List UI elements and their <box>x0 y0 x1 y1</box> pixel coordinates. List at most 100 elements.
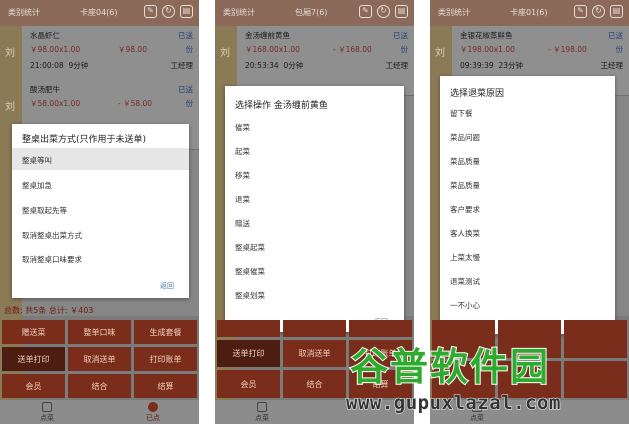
dialog-option[interactable]: 整桌等叫 <box>22 155 52 166</box>
table-title: 卡座04(6) <box>80 8 118 17</box>
dialog-title: 整桌出菜方式(只作用于未送单) <box>22 135 147 145</box>
dish-total: ￥98.00 <box>118 45 147 54</box>
side-label: 刘 <box>220 48 230 59</box>
dish-price: ￥98.00x1.00 <box>30 45 81 54</box>
nav-order[interactable]: 点菜 <box>40 413 54 423</box>
chef-name: 工经理 <box>385 61 409 70</box>
serve-mode-dialog: 整桌出菜方式(只作用于未送单) 整桌等叫 整桌加急 整桌取起先等 取消整桌出菜方… <box>12 124 189 298</box>
dialog-option[interactable]: 取消整桌出菜方式 <box>22 230 82 241</box>
operation-dialog: 选择操作 金汤缠前黄鱼 催菜 起菜 移菜 退菜 赠送 整桌起菜 整桌催菜 整桌划… <box>225 86 404 332</box>
create-set-button[interactable]: 生成套餐 <box>134 320 197 344</box>
dish-name: 酸汤肥牛 <box>30 85 60 94</box>
table-title: 卡座01(6) <box>510 8 548 17</box>
refresh-icon[interactable]: ↻ <box>377 5 390 18</box>
action-button[interactable] <box>349 320 412 337</box>
dish-name: 金汤缠前黄鱼 <box>245 31 290 40</box>
cancel-order-button[interactable]: 取消送单 <box>68 347 131 371</box>
nav-ordered[interactable]: 已点 <box>146 413 160 423</box>
menu-icon[interactable] <box>42 402 52 412</box>
edit-icon[interactable]: ✎ <box>359 5 372 18</box>
dialog-option[interactable]: 起菜 <box>235 146 250 157</box>
dialog-option[interactable]: 移菜 <box>235 170 250 181</box>
order-time: 21:00:08 9分钟 <box>30 61 89 70</box>
edit-icon[interactable]: ✎ <box>144 5 157 18</box>
dish-name: 金银花椒蒸鲜鱼 <box>460 31 513 40</box>
dish-unit: 份 <box>400 45 409 54</box>
status-badge: 已送 <box>178 31 193 40</box>
edit-icon[interactable]: ✎ <box>574 5 587 18</box>
dish-total: - ￥198.00 <box>548 45 587 54</box>
table-title: 包厢7(6) <box>295 8 328 17</box>
dish-unit: 份 <box>185 99 194 108</box>
dialog-option[interactable]: 整桌催菜 <box>235 266 265 277</box>
chef-name: 王经理 <box>600 61 624 70</box>
order-taste-button[interactable]: 整单口味 <box>68 320 131 344</box>
dish-price: ￥58.00x1.00 <box>30 99 81 108</box>
refresh-icon[interactable]: ↻ <box>592 5 605 18</box>
dialog-option[interactable]: 菜品质量 <box>450 156 480 167</box>
dish-total: - ￥58.00 <box>118 99 153 108</box>
chef-name: 工经理 <box>170 61 194 70</box>
order-time: 09:39:39 23分钟 <box>460 61 524 70</box>
dish-total: - ￥168.00 <box>333 45 372 54</box>
dialog-option[interactable]: 退菜测试 <box>450 276 480 287</box>
dialog-option[interactable]: 取消整桌口味要求 <box>22 254 82 265</box>
dialog-option[interactable]: 整桌取起先等 <box>22 205 67 216</box>
print-order-button[interactable]: 送单打印 <box>217 339 280 368</box>
member-button[interactable]: 会员 <box>217 370 280 398</box>
print-order-button[interactable]: 送单打印 <box>2 347 65 371</box>
dialog-option[interactable]: 整桌划菜 <box>235 290 265 301</box>
dialog-option[interactable]: 留下餐 <box>450 108 473 119</box>
ordered-icon[interactable] <box>148 402 158 412</box>
category-stats-tab[interactable]: 类别统计 <box>223 7 255 18</box>
side-label: 刘 <box>5 102 15 113</box>
return-reason-dialog: 选择退菜原因 留下餐 菜品问题 菜品质量 菜品质量 客户要求 客人换菜 上菜太慢… <box>440 76 615 334</box>
status-badge: 已送 <box>393 31 408 40</box>
dish-price: ￥198.00x1.00 <box>460 45 515 54</box>
merge-button[interactable]: 结合 <box>283 370 346 398</box>
side-label: 刘 <box>5 48 15 59</box>
dialog-option[interactable]: 整桌起菜 <box>235 242 265 253</box>
delete-icon[interactable]: ▤ <box>180 5 193 18</box>
nav-order[interactable]: 点菜 <box>255 413 269 423</box>
dialog-option[interactable]: 一不小心 <box>450 300 480 311</box>
dialog-option[interactable]: 赠送 <box>235 218 250 229</box>
merge-button[interactable]: 结合 <box>68 374 131 398</box>
action-button[interactable] <box>283 320 346 337</box>
dialog-option[interactable]: 菜品问题 <box>450 132 480 143</box>
gift-button[interactable]: 赠送菜 <box>2 320 65 344</box>
category-stats-tab[interactable]: 类别统计 <box>8 7 40 18</box>
header-bar: 类别统计 包厢7(6) ✎ ↻ ▤ <box>215 0 414 26</box>
dialog-title: 选择退菜原因 <box>450 89 505 99</box>
watermark-url: www.gupuxlazal.com <box>346 392 561 415</box>
dialog-option[interactable]: 上菜太慢 <box>450 252 480 263</box>
dish-unit: 份 <box>185 45 194 54</box>
order-summary: 总数: 共5条 总计: ￥403 <box>4 306 94 315</box>
refresh-icon[interactable]: ↻ <box>162 5 175 18</box>
dialog-option[interactable]: 菜品质量 <box>450 180 480 191</box>
member-button[interactable]: 会员 <box>2 374 65 398</box>
order-time: 20:53:34 0分钟 <box>245 61 304 70</box>
watermark: 谷普软件园 www.gupuxlazal.com <box>346 336 629 424</box>
delete-icon[interactable]: ▤ <box>610 5 623 18</box>
dialog-option[interactable]: 客人换菜 <box>450 228 480 239</box>
category-stats-tab[interactable]: 类别统计 <box>438 7 470 18</box>
cancel-order-button[interactable]: 取消送单 <box>283 339 346 368</box>
action-button[interactable] <box>217 320 280 337</box>
divider <box>199 0 215 424</box>
header-bar: 类别统计 卡座04(6) ✎ ↻ ▤ <box>0 0 199 26</box>
dialog-option[interactable]: 整桌加急 <box>22 180 52 191</box>
checkout-button[interactable]: 结算 <box>134 374 197 398</box>
dish-name: 水晶虾仁 <box>30 31 60 40</box>
dialog-option[interactable]: 客户要求 <box>450 204 480 215</box>
side-label: 刘 <box>435 48 445 59</box>
bottom-nav: 点菜 已点 <box>0 400 199 424</box>
action-buttons: 赠送菜 整单口味 生成套餐 送单打印 取消送单 打印账单 会员 结合 结算 <box>0 318 199 400</box>
print-bill-button[interactable]: 打印账单 <box>134 347 197 371</box>
dialog-option[interactable]: 催菜 <box>235 122 250 133</box>
header-bar: 类别统计 卡座01(6) ✎ ↻ ▤ <box>430 0 629 26</box>
delete-icon[interactable]: ▤ <box>395 5 408 18</box>
dialog-option[interactable]: 退菜 <box>235 194 250 205</box>
back-button[interactable]: 返回 <box>160 281 174 291</box>
menu-icon[interactable] <box>257 402 267 412</box>
